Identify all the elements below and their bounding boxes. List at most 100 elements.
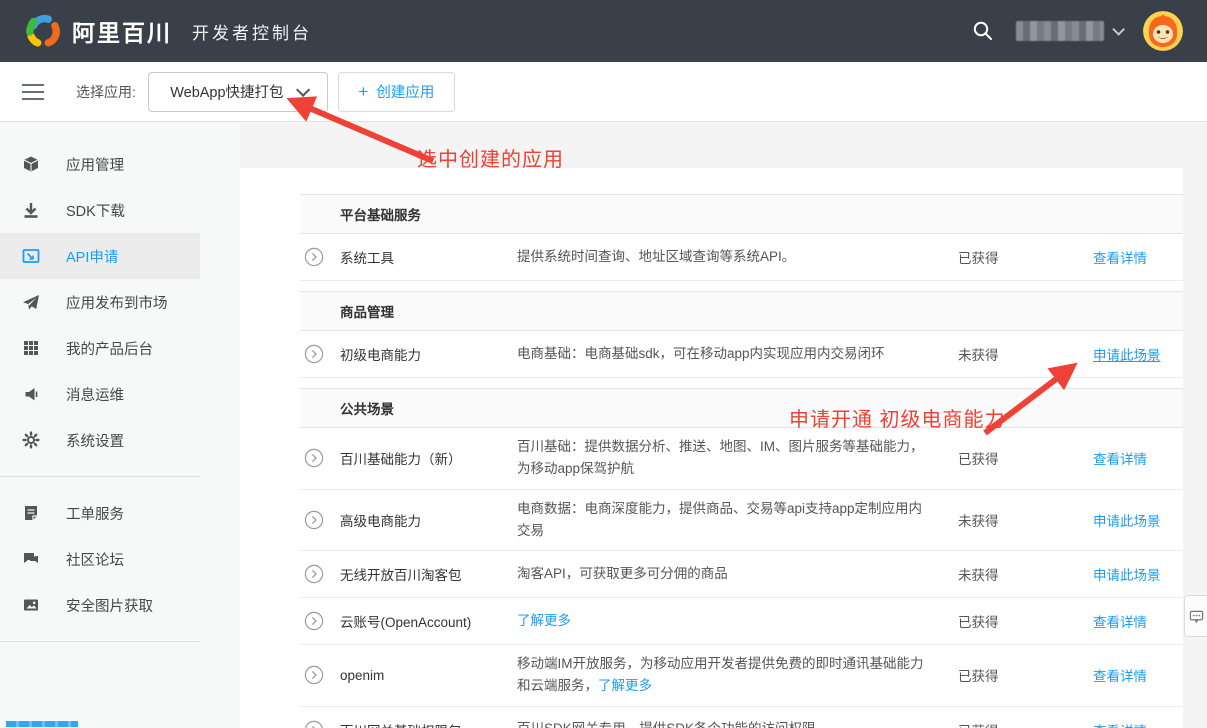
table-row: 百川网关基础权限包 百川SDK网关专用，提供SDK各个功能的访问权限。 已获得 … bbox=[300, 707, 1183, 728]
apply-scene-link[interactable]: 申请此场景 bbox=[1093, 344, 1161, 364]
sidebar-item-label: SDK下载 bbox=[66, 200, 125, 221]
hamburger-menu-icon[interactable] bbox=[22, 84, 44, 100]
create-app-button[interactable]: + 创建应用 bbox=[338, 72, 455, 112]
sidebar-item-publish-to-market[interactable]: 应用发布到市场 bbox=[0, 279, 200, 325]
section-title: 平台基础服务 bbox=[300, 194, 1183, 234]
table-row: 云账号(OpenAccount) 了解更多 已获得 查看详情 bbox=[300, 598, 1183, 645]
app-selector-value: WebApp快捷打包 bbox=[170, 81, 283, 102]
sidebar-item-sdk-download[interactable]: SDK下载 bbox=[0, 187, 200, 233]
service-section: 商品管理 初级电商能力 电商基础：电商基础sdk，可在移动app内实现应用内交易… bbox=[300, 291, 1183, 378]
search-icon[interactable] bbox=[972, 20, 994, 42]
status-text: 已获得 bbox=[958, 611, 1093, 631]
view-details-link[interactable]: 查看详情 bbox=[1093, 720, 1147, 728]
top-header: 阿里百川 开发者控制台 bbox=[0, 0, 1207, 62]
status-text: 已获得 bbox=[958, 247, 1093, 267]
service-desc: 了解更多 bbox=[517, 610, 958, 632]
status-text: 已获得 bbox=[958, 448, 1093, 468]
sidebar-item-label: 我的产品后台 bbox=[66, 338, 153, 359]
app-selector-bar: 选择应用: WebApp快捷打包 + 创建应用 bbox=[0, 62, 1207, 122]
app-selector-dropdown[interactable]: WebApp快捷打包 bbox=[148, 72, 328, 112]
sidebar-item-app-management[interactable]: 应用管理 bbox=[0, 141, 200, 187]
view-details-link[interactable]: 查看详情 bbox=[1093, 247, 1147, 267]
table-row: 高级电商能力 电商数据：电商深度能力，提供商品、交易等api支持app定制应用内… bbox=[300, 490, 1183, 552]
sidebar-item-label: 系统设置 bbox=[66, 430, 124, 451]
feedback-bubble-icon bbox=[1189, 609, 1204, 624]
sidebar-divider bbox=[0, 476, 200, 477]
sidebar-bottom-clipped-link[interactable] bbox=[6, 721, 78, 727]
service-name: 系统工具 bbox=[340, 247, 517, 267]
table-row: 无线开放百川淘客包 淘客API，可获取更多可分佣的商品 未获得 申请此场景 bbox=[300, 551, 1183, 598]
sidebar-item-security-image[interactable]: 安全图片获取 bbox=[0, 582, 200, 628]
sidebar-item-system-settings[interactable]: 系统设置 bbox=[0, 417, 200, 463]
learn-more-link[interactable]: 了解更多 bbox=[598, 678, 652, 693]
sidebar-item-community-forum[interactable]: 社区论坛 bbox=[0, 536, 200, 582]
table-row: 系统工具 提供系统时间查询、地址区域查询等系统API。 已获得 查看详情 bbox=[300, 234, 1183, 281]
select-app-label: 选择应用: bbox=[76, 82, 136, 102]
view-details-link[interactable]: 查看详情 bbox=[1093, 665, 1147, 685]
service-desc-text: 移动端IM开放服务，为移动应用开发者提供免费的即时通讯基础能力和云端服务， bbox=[517, 656, 924, 693]
service-section: 平台基础服务 系统工具 提供系统时间查询、地址区域查询等系统API。 已获得 查… bbox=[300, 194, 1183, 281]
service-name: 高级电商能力 bbox=[340, 510, 517, 530]
table-row: openim 移动端IM开放服务，为移动应用开发者提供免费的即时通讯基础能力和云… bbox=[300, 645, 1183, 707]
status-text: 未获得 bbox=[958, 564, 1093, 584]
status-text: 未获得 bbox=[958, 344, 1093, 364]
ticket-icon bbox=[22, 504, 40, 522]
sidebar-item-message-ops[interactable]: 消息运维 bbox=[0, 371, 200, 417]
cube-icon bbox=[22, 155, 40, 173]
service-desc-text: 电商基础：电商基础sdk，可在移动app内实现应用内交易闭环 bbox=[517, 346, 885, 361]
avatar[interactable] bbox=[1143, 11, 1183, 51]
service-desc-text: 电商数据：电商深度能力，提供商品、交易等api支持app定制应用内交易 bbox=[517, 501, 922, 538]
apply-scene-link[interactable]: 申请此场景 bbox=[1093, 564, 1161, 584]
service-name: 初级电商能力 bbox=[340, 344, 517, 364]
apply-scene-link[interactable]: 申请此场景 bbox=[1093, 510, 1161, 530]
sidebar-item-ticket-service[interactable]: 工单服务 bbox=[0, 490, 200, 536]
status-text: 未获得 bbox=[958, 510, 1093, 530]
console-title: 开发者控制台 bbox=[192, 19, 312, 44]
grid-icon bbox=[22, 339, 40, 357]
service-desc: 移动端IM开放服务，为移动应用开发者提供免费的即时通讯基础能力和云端服务，了解更… bbox=[517, 653, 958, 698]
chevron-expand-icon[interactable] bbox=[300, 720, 340, 728]
brand-name: 阿里百川 bbox=[72, 14, 172, 48]
service-section: 公共场景 百川基础能力（新） 百川基础：提供数据分析、推送、地图、IM、图片服务… bbox=[300, 388, 1183, 728]
learn-more-link[interactable]: 了解更多 bbox=[517, 613, 571, 628]
service-desc-text: 百川基础：提供数据分析、推送、地图、IM、图片服务等基础能力，为移动app保驾护… bbox=[517, 439, 924, 476]
sidebar: 应用管理 SDK下载 API申请 应用发布到市场 我的产品后台 消息运维 bbox=[0, 122, 240, 728]
service-desc: 百川基础：提供数据分析、推送、地图、IM、图片服务等基础能力，为移动app保驾护… bbox=[517, 436, 958, 481]
service-desc-text: 淘客API，可获取更多可分佣的商品 bbox=[517, 566, 728, 581]
chevron-expand-icon[interactable] bbox=[300, 564, 340, 584]
sidebar-item-label: 消息运维 bbox=[66, 384, 124, 405]
feedback-tab[interactable] bbox=[1184, 595, 1207, 637]
api-window-icon bbox=[22, 247, 40, 265]
chevron-expand-icon[interactable] bbox=[300, 448, 340, 468]
baichuan-logo-icon[interactable] bbox=[24, 12, 62, 50]
service-name: 百川网关基础权限包 bbox=[340, 720, 517, 728]
status-text: 已获得 bbox=[958, 665, 1093, 685]
service-desc: 百川SDK网关专用，提供SDK各个功能的访问权限。 bbox=[517, 718, 958, 728]
chevron-expand-icon[interactable] bbox=[300, 247, 340, 267]
sidebar-item-my-product-backend[interactable]: 我的产品后台 bbox=[0, 325, 200, 371]
chevron-down-icon[interactable] bbox=[1112, 23, 1125, 36]
forum-icon bbox=[22, 550, 40, 568]
username-masked[interactable] bbox=[1016, 21, 1104, 41]
sidebar-item-label: 工单服务 bbox=[66, 503, 124, 524]
service-desc-text: 提供系统时间查询、地址区域查询等系统API。 bbox=[517, 249, 795, 264]
paper-plane-icon bbox=[22, 293, 40, 311]
section-title: 公共场景 bbox=[300, 388, 1183, 428]
table-row: 百川基础能力（新） 百川基础：提供数据分析、推送、地图、IM、图片服务等基础能力… bbox=[300, 428, 1183, 490]
chevron-expand-icon[interactable] bbox=[300, 665, 340, 685]
sidebar-item-api-apply[interactable]: API申请 bbox=[0, 233, 200, 279]
download-icon bbox=[22, 201, 40, 219]
create-app-label: 创建应用 bbox=[376, 81, 434, 102]
chevron-expand-icon[interactable] bbox=[300, 510, 340, 530]
section-title: 商品管理 bbox=[300, 291, 1183, 331]
service-desc: 电商基础：电商基础sdk，可在移动app内实现应用内交易闭环 bbox=[517, 343, 958, 365]
view-details-link[interactable]: 查看详情 bbox=[1093, 611, 1147, 631]
service-name: 百川基础能力（新） bbox=[340, 448, 517, 468]
chevron-expand-icon[interactable] bbox=[300, 344, 340, 364]
chevron-expand-icon[interactable] bbox=[300, 611, 340, 631]
sidebar-item-label: API申请 bbox=[66, 246, 118, 267]
sidebar-item-label: 安全图片获取 bbox=[66, 595, 153, 616]
service-name: 云账号(OpenAccount) bbox=[340, 611, 517, 631]
view-details-link[interactable]: 查看详情 bbox=[1093, 448, 1147, 468]
service-name: 无线开放百川淘客包 bbox=[340, 564, 517, 584]
